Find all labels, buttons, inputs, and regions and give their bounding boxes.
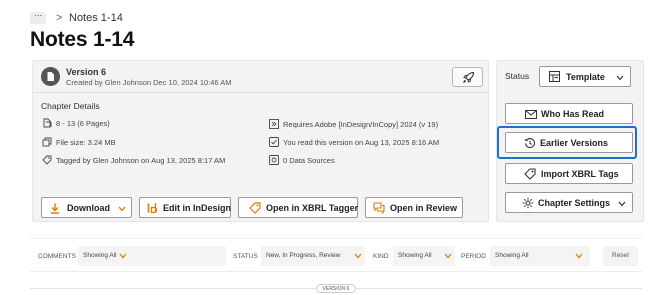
tag-icon — [524, 168, 536, 180]
copy-icon — [42, 137, 52, 147]
envelope-open-icon — [525, 110, 537, 119]
rocket-button[interactable] — [452, 67, 483, 87]
requires-info: Requires Adobe [InDesign/InCopy] 2024 (v… — [283, 120, 439, 129]
status-filter-label: STATUS — [233, 253, 258, 260]
gear-icon — [522, 197, 534, 209]
pages-info: 8 - 13 (6 Pages) — [56, 119, 110, 128]
status-filter-select[interactable]: New, In Progress, Review — [261, 246, 365, 266]
open-in-review-button[interactable]: Open in Review — [365, 197, 463, 218]
history-icon — [524, 138, 536, 149]
page-title: Notes 1-14 — [30, 28, 135, 51]
read-info: You read this version on Aug 13, 2025 8:… — [283, 138, 440, 147]
tag-icon — [249, 202, 261, 214]
status-label: Status — [505, 71, 530, 81]
comments-icon — [373, 202, 385, 214]
comments-filter-value: Showing All — [83, 252, 117, 259]
chevron-down-icon — [575, 253, 583, 259]
download-button[interactable]: Download — [41, 197, 132, 218]
file-size-info: File size: 3.24 MB — [56, 138, 116, 147]
kind-filter-value: Showing All — [398, 252, 432, 259]
pages-icon — [43, 118, 52, 128]
comments-filter-label: COMMENTS — [38, 253, 76, 260]
chevron-down-icon — [444, 253, 452, 259]
chapter-settings-dropdown[interactable]: Chapter Settings — [505, 192, 633, 213]
open-in-review-label: Open in Review — [390, 202, 458, 213]
rocket-icon — [463, 71, 475, 83]
data-sources-info: 0 Data Sources — [283, 156, 335, 165]
chevron-down-icon — [118, 206, 126, 212]
breadcrumb-separator: > — [56, 12, 63, 24]
template-icon — [549, 71, 560, 82]
status-dropdown[interactable]: Template — [539, 66, 631, 87]
import-xbrl-tags-button[interactable]: Import XBRL Tags — [505, 163, 633, 184]
chevron-down-icon — [616, 75, 624, 81]
period-filter-select[interactable]: Showing All — [490, 246, 590, 266]
version-created: Created by Glen Johnson Dec 10, 2024 10:… — [66, 78, 232, 87]
edit-in-indesign-label: Edit in InDesign — [163, 202, 232, 213]
kind-filter-select[interactable]: Showing All — [393, 246, 455, 266]
import-xbrl-tags-label: Import XBRL Tags — [541, 169, 619, 179]
period-filter-value: Showing All — [495, 252, 529, 259]
adobe-requires-icon — [269, 119, 279, 129]
chevron-down-icon — [354, 253, 362, 259]
who-has-read-button[interactable]: Who Has Read — [505, 103, 633, 124]
reset-filters-button[interactable]: Reset — [603, 246, 638, 266]
who-has-read-label: Who Has Read — [541, 109, 605, 119]
breadcrumb-more-button[interactable]: ··· — [30, 11, 46, 24]
chapter-details-title: Chapter Details — [41, 101, 100, 111]
data-source-icon — [269, 155, 279, 165]
check-square-icon — [269, 137, 279, 147]
open-in-xbrl-tagger-button[interactable]: Open in XBRL Tagger — [238, 197, 358, 218]
earlier-versions-button[interactable]: Earlier Versions — [505, 132, 633, 153]
download-icon — [51, 203, 59, 214]
version-doc-icon — [41, 67, 60, 86]
edit-in-indesign-button[interactable]: Edit in InDesign — [139, 197, 231, 218]
period-filter-label: PERIOD — [461, 253, 486, 260]
earlier-versions-label: Earlier Versions — [540, 138, 609, 148]
chevron-down-icon — [119, 253, 127, 259]
kind-filter-label: KIND — [373, 253, 389, 260]
version-title: Version 6 — [66, 67, 107, 77]
tag-icon — [42, 155, 52, 165]
indesign-icon — [147, 203, 158, 214]
breadcrumb-current: Notes 1-14 — [69, 12, 123, 24]
version-marker: VERSION 6 — [316, 284, 356, 293]
open-in-xbrl-tagger-label: Open in XBRL Tagger — [266, 202, 359, 213]
chevron-down-icon — [618, 201, 626, 207]
comments-filter-select[interactable]: Showing All — [78, 246, 226, 266]
status-filter-value: New, In Progress, Review — [266, 252, 341, 259]
status-value: Template — [566, 72, 605, 82]
download-label: Download — [67, 202, 110, 213]
chapter-settings-label: Chapter Settings — [538, 198, 611, 208]
tagged-info: Tagged by Glen Johnson on Aug 13, 2025 8… — [56, 156, 226, 165]
